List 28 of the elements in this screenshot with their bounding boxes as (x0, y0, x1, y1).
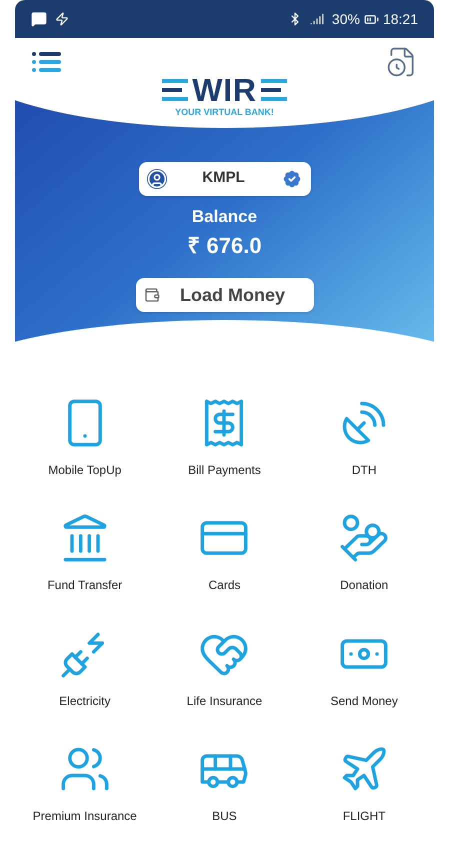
wallet-icon (144, 287, 160, 303)
service-tile[interactable]: Bill Payments (154, 380, 294, 496)
service-tile[interactable]: DTH (294, 380, 434, 496)
signal-icon (310, 12, 324, 26)
service-tile[interactable]: Mobile TopUp (15, 380, 155, 496)
service-tile[interactable]: Premium Insurance (15, 726, 155, 842)
service-tile[interactable]: FLIGHT (294, 726, 434, 842)
service-tile[interactable]: BUS (154, 726, 294, 842)
clock: 18:21 (382, 10, 418, 28)
service-tile[interactable]: Donation (294, 496, 434, 611)
battery-percent: 30% (332, 10, 360, 28)
logo-wordmark: WIR (192, 74, 257, 106)
logo-bars-icon (162, 77, 188, 103)
service-tile[interactable]: Send Money (294, 611, 434, 726)
avatar-icon (146, 168, 166, 188)
logo-tagline: YOUR VIRTUAL BANK! (175, 106, 274, 119)
hand-coins-icon (338, 512, 390, 564)
flash-icon (55, 12, 69, 26)
service-tile[interactable]: Fund Transfer (15, 496, 155, 611)
message-icon (31, 11, 47, 27)
service-tile[interactable]: Cards (154, 496, 294, 611)
logo-bars-icon (260, 77, 287, 103)
service-tile[interactable]: Life Insurance (154, 611, 294, 726)
balance-label: Balance (192, 206, 258, 228)
balance-amount: ₹ 676.0 (187, 232, 262, 260)
service-tile[interactable]: Electricity (15, 611, 155, 726)
load-money-button[interactable]: Load Money (136, 278, 314, 312)
account-name: KMPL (201, 168, 246, 188)
